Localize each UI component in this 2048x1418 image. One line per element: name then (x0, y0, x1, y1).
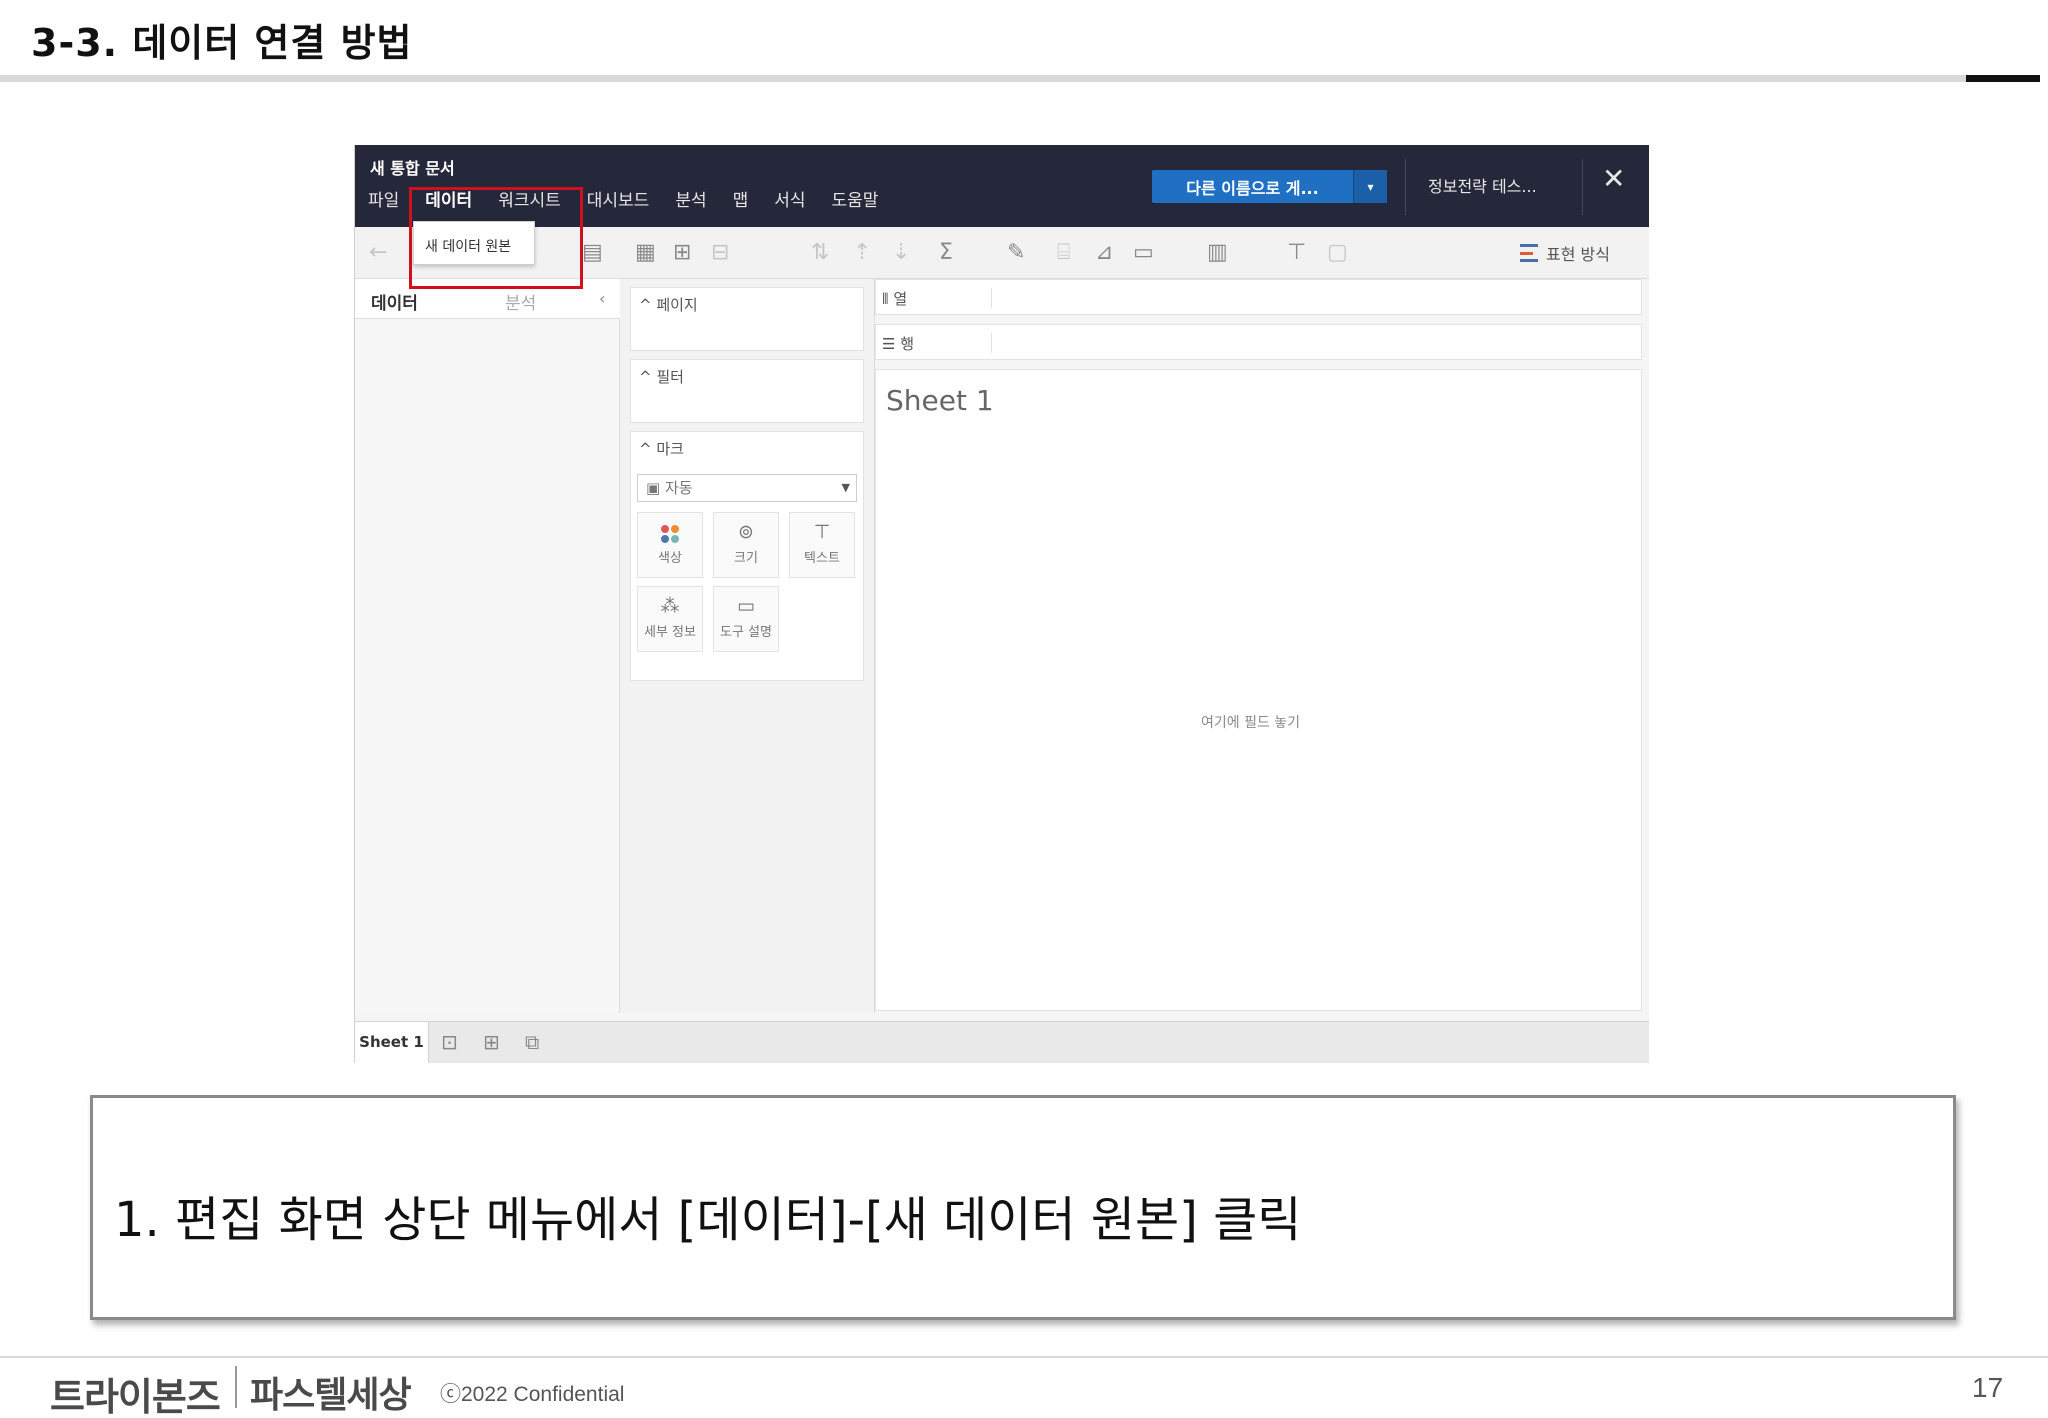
slide-title: 3-3. 데이터 연결 방법 (31, 21, 413, 65)
instruction-box: 1. 편집 화면 상단 메뉴에서 [데이터]-[새 데이터 원본] 클릭 (90, 1095, 1956, 1320)
show-me-label: 표현 방식 (1546, 245, 1610, 264)
company-logo: 트라이본즈 (50, 1375, 221, 1418)
tooltip-button[interactable]: ▭ 도구 설명 (713, 586, 779, 652)
footer-divider (0, 1356, 2048, 1358)
show-me-button[interactable]: 표현 방식 (1520, 241, 1610, 265)
rows-label-text: 행 (900, 335, 915, 353)
tooltip-icon: ▭ (737, 595, 755, 617)
detail-icon: ⁂ (660, 595, 680, 617)
group-icon[interactable]: ⌸ (1057, 241, 1070, 265)
highlight-icon[interactable]: ✎ (1007, 241, 1025, 265)
data-pane: 데이터 분석 ‹ (355, 279, 620, 1013)
menu-dashboard[interactable]: 대시보드 (574, 188, 663, 214)
columns-label-text: 열 (893, 290, 908, 308)
save-as-button[interactable]: 다른 이름으로 게... (1152, 170, 1353, 203)
sort-asc-icon[interactable]: ⇡ (853, 241, 871, 265)
menu-analysis[interactable]: 분석 (662, 188, 719, 214)
chevron-down-icon: ▼ (841, 481, 850, 494)
color-label: 색상 (658, 551, 682, 566)
text-label: 텍스트 (804, 551, 840, 566)
columns-shelf[interactable]: ⦀ 열 (875, 279, 1642, 315)
page-number: 17 (1972, 1372, 2004, 1403)
duplicate-icon[interactable]: ⊞ (673, 241, 691, 265)
columns-shelf-label: ⦀ 열 (882, 288, 992, 308)
show-me-icon (1520, 244, 1538, 262)
pause-updates-icon[interactable]: ▤ (582, 241, 603, 265)
worksheet-view[interactable]: Sheet 1 여기에 필드 놓기 (875, 369, 1642, 1011)
menu-map[interactable]: 맵 (720, 188, 762, 214)
labels-icon[interactable]: ⊿ (1095, 241, 1113, 265)
share-icon[interactable]: ▢ (1327, 241, 1348, 265)
rows-shelf-label: ☰ 행 (882, 333, 992, 353)
highlight-box (409, 187, 583, 289)
sheet-title[interactable]: Sheet 1 (886, 384, 994, 417)
drop-field-hint: 여기에 필드 놓기 (1201, 715, 1301, 731)
new-story-icon[interactable]: ⧉ (525, 1030, 539, 1054)
clear-icon[interactable]: ⊟ (711, 241, 729, 265)
fit-icon[interactable]: ▭ (1133, 241, 1154, 265)
detail-button[interactable]: ⁂ 세부 정보 (637, 586, 703, 652)
back-icon[interactable]: ← (369, 241, 387, 265)
sheet-tab[interactable]: Sheet 1 (355, 1022, 429, 1063)
aggregate-icon[interactable]: Σ (939, 241, 953, 265)
size-label: 크기 (734, 551, 758, 566)
size-button[interactable]: ⊚ 크기 (713, 512, 779, 578)
color-dots-icon (661, 525, 679, 543)
tooltip-label: 도구 설명 (720, 625, 772, 640)
detail-label: 세부 정보 (644, 625, 696, 640)
brand-logo: 파스텔세상 (250, 1375, 412, 1416)
filters-card-title: ^ 필터 (639, 368, 684, 386)
copyright: ⓒ2022 Confidential (440, 1383, 625, 1406)
size-icon: ⊚ (738, 521, 754, 543)
marks-card-title: ^ 마크 (639, 440, 684, 458)
topbar-divider (1582, 159, 1583, 215)
save-dropdown-icon[interactable]: ▾ (1353, 170, 1387, 203)
title-divider-accent (1966, 75, 2040, 82)
collapse-icon[interactable]: ‹ (599, 289, 605, 308)
instruction-text: 1. 편집 화면 상단 메뉴에서 [데이터]-[새 데이터 원본] 클릭 (114, 1192, 1302, 1248)
new-worksheet-icon[interactable]: ⊡ (441, 1030, 458, 1054)
swap-icon[interactable]: ⇅ (811, 241, 829, 265)
tab-analysis[interactable]: 분석 (505, 289, 536, 314)
menu-file[interactable]: 파일 (355, 188, 412, 214)
text-button[interactable]: ⊤ 텍스트 (789, 512, 855, 578)
text-icon: ⊤ (813, 521, 831, 543)
new-datasource-icon[interactable]: ▦ (635, 241, 656, 265)
account-button[interactable]: 정보전략 테스... (1428, 173, 1537, 197)
pages-card-title: ^ 페이지 (639, 296, 698, 314)
mark-type-select[interactable]: ▣ 자동 ▼ (637, 474, 857, 502)
sheet-tab-bar: Sheet 1 ⊡ ⊞ ⧉ (355, 1021, 1649, 1063)
menu-format[interactable]: 서식 (761, 188, 818, 214)
tableau-window: 새 통합 문서 파일 데이터 워크시트 대시보드 분석 맵 서식 도움말 다른 … (354, 145, 1649, 1063)
topbar-divider (1405, 159, 1406, 215)
sort-desc-icon[interactable]: ⇣ (892, 241, 910, 265)
color-button[interactable]: 색상 (637, 512, 703, 578)
presentation-icon[interactable]: ⊤ (1287, 241, 1306, 265)
mark-type-value: 자동 (664, 479, 693, 497)
logo-divider (235, 1366, 237, 1408)
pages-card[interactable]: ^ 페이지 (630, 287, 864, 351)
close-icon[interactable]: ✕ (1602, 165, 1625, 193)
marks-card: ^ 마크 ▣ 자동 ▼ 색상 ⊚ 크기 ⊤ 텍스트 ⁂ 세부 정보 ▭ 도구 설… (630, 431, 864, 681)
cards-column: ^ 페이지 ^ 필터 ^ 마크 ▣ 자동 ▼ 색상 ⊚ 크기 ⊤ 텍스트 ⁂ 세… (620, 279, 875, 1013)
rows-shelf[interactable]: ☰ 행 (875, 324, 1642, 360)
chart-icon[interactable]: ▥ (1207, 241, 1228, 265)
title-divider (0, 75, 1968, 82)
mark-type-icon: ▣ (646, 479, 665, 497)
menu-help[interactable]: 도움말 (819, 188, 892, 214)
document-title: 새 통합 문서 (370, 159, 455, 178)
filters-card[interactable]: ^ 필터 (630, 359, 864, 423)
tab-data[interactable]: 데이터 (371, 289, 418, 314)
new-dashboard-icon[interactable]: ⊞ (483, 1030, 500, 1054)
